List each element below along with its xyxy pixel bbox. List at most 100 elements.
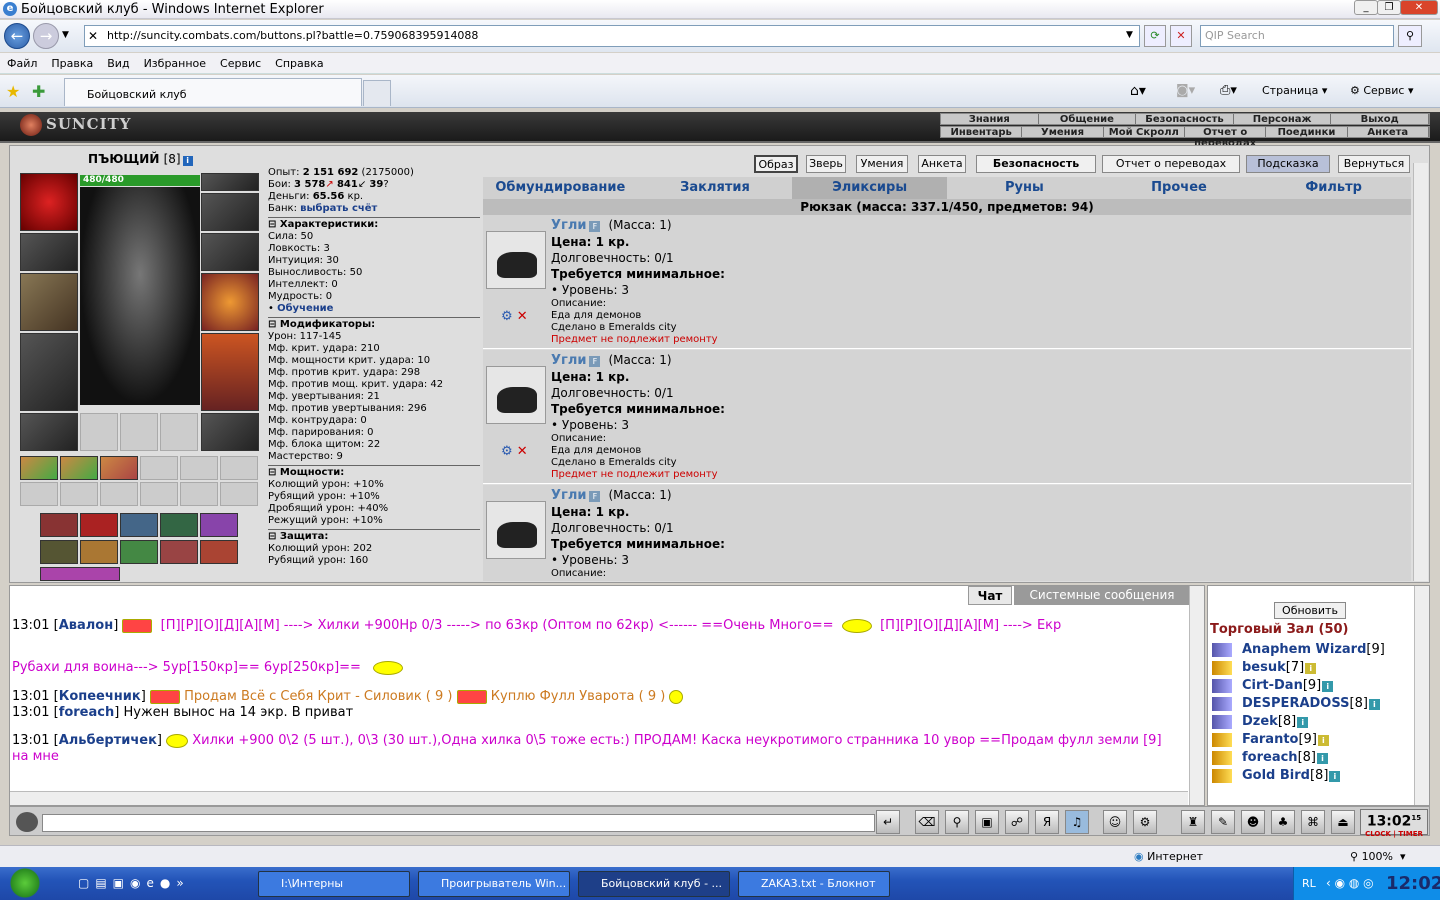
user-info-icon[interactable]: i bbox=[1322, 681, 1334, 692]
url-field[interactable]: http://suncity.combats.com/buttons.pl?ba… bbox=[84, 25, 1140, 47]
exit-icon[interactable]: ⏏ bbox=[1331, 810, 1355, 834]
user-row[interactable]: Dzek[8] i bbox=[1212, 714, 1309, 729]
empty-slot[interactable] bbox=[60, 482, 98, 506]
item-name[interactable]: Угли bbox=[551, 218, 586, 233]
print-icon[interactable]: ⎙▾ bbox=[1220, 83, 1237, 98]
tab-spells[interactable]: Заклятия bbox=[638, 177, 793, 199]
refresh-icon[interactable]: ⟳ bbox=[1144, 25, 1166, 47]
task-player[interactable]: Проигрыватель Win... bbox=[418, 871, 570, 897]
translit-icon[interactable]: Я bbox=[1035, 810, 1059, 834]
private-arrow-icon[interactable] bbox=[1212, 768, 1232, 783]
ring-slot[interactable] bbox=[201, 233, 259, 271]
menu-favorites[interactable]: Избранное bbox=[137, 53, 213, 70]
delete-icon[interactable]: ✕ bbox=[517, 309, 528, 324]
tab-equipment[interactable]: Обмундирование bbox=[483, 177, 638, 199]
button-beast[interactable]: Зверь bbox=[806, 155, 846, 173]
user-info-icon[interactable]: i bbox=[1329, 771, 1341, 782]
user-name[interactable]: foreach bbox=[1242, 750, 1298, 765]
sound-icon[interactable]: ♫ bbox=[1065, 810, 1089, 834]
private-arrow-icon[interactable] bbox=[1212, 642, 1232, 657]
characteristics-header[interactable]: ⊟ Характеристики: bbox=[268, 217, 480, 231]
link-security[interactable]: Безопасность bbox=[1136, 114, 1234, 125]
user-info-icon[interactable]: i bbox=[1305, 663, 1317, 674]
user-info-icon[interactable]: i bbox=[1316, 753, 1328, 764]
bottle-icon[interactable]: ♜ bbox=[1181, 810, 1205, 834]
empty-slot[interactable] bbox=[120, 413, 158, 451]
task-browser[interactable]: Бойцовский клуб - ... bbox=[578, 871, 730, 897]
empty-slot[interactable] bbox=[80, 413, 118, 451]
menu-view[interactable]: Вид bbox=[100, 53, 136, 70]
effect-icon[interactable] bbox=[80, 540, 118, 564]
tab-runes[interactable]: Руны bbox=[947, 177, 1102, 199]
user-name[interactable]: Dzek bbox=[1242, 714, 1278, 729]
link-profile[interactable]: Анкета bbox=[1348, 127, 1429, 138]
empty-slot[interactable] bbox=[180, 456, 218, 480]
use-icon[interactable]: ⚙ bbox=[501, 309, 513, 324]
online-scrollbar[interactable] bbox=[1414, 586, 1429, 805]
link-knowledge[interactable]: Знания bbox=[941, 114, 1039, 125]
button-hint[interactable]: Подсказка bbox=[1246, 155, 1330, 173]
user-name[interactable]: Cirt-Dan bbox=[1242, 678, 1303, 693]
private-arrow-icon[interactable] bbox=[1212, 714, 1232, 729]
link-inventory[interactable]: Инвентарь bbox=[941, 127, 1023, 138]
weapon-slot[interactable] bbox=[20, 273, 78, 331]
map-icon[interactable]: ⌘ bbox=[1301, 810, 1325, 834]
user-row[interactable]: DESPERADOSS[8] i bbox=[1212, 696, 1380, 711]
user-info-icon[interactable]: i bbox=[1317, 735, 1329, 746]
link-communication[interactable]: Общение bbox=[1039, 114, 1137, 125]
maximize-button[interactable]: ❐ bbox=[1377, 0, 1401, 15]
link-my-scroll[interactable]: Мой Скролл bbox=[1104, 127, 1185, 138]
options-icon[interactable]: ⚙ bbox=[1133, 810, 1157, 834]
effect-icon[interactable] bbox=[160, 513, 198, 537]
scroll-slot[interactable] bbox=[60, 456, 98, 480]
shield-slot[interactable] bbox=[201, 273, 259, 331]
user-name[interactable]: DESPERADOSS bbox=[1242, 696, 1350, 711]
empty-slot[interactable] bbox=[220, 456, 258, 480]
clear-icon[interactable]: ⌫ bbox=[915, 810, 939, 834]
user-name[interactable]: Faranto bbox=[1242, 732, 1298, 747]
new-tab-button[interactable] bbox=[363, 80, 391, 106]
tab-other[interactable]: Прочее bbox=[1102, 177, 1257, 199]
empty-slot[interactable] bbox=[100, 482, 138, 506]
favorites-star-icon[interactable]: ★ bbox=[6, 82, 20, 101]
tab-filter[interactable]: Фильтр bbox=[1256, 177, 1411, 199]
button-skills[interactable]: Умения bbox=[856, 155, 908, 173]
delete-icon[interactable]: ✕ bbox=[517, 444, 528, 459]
training-link[interactable]: • Обучение bbox=[268, 303, 480, 315]
coal-item-icon[interactable] bbox=[486, 366, 546, 424]
effect-icon[interactable] bbox=[120, 540, 158, 564]
start-button[interactable] bbox=[0, 867, 50, 900]
button-profile[interactable]: Анкета bbox=[918, 155, 966, 173]
effect-icon[interactable] bbox=[200, 513, 238, 537]
character-name[interactable]: ПЪЮЩИЙ [8] i bbox=[88, 152, 193, 166]
power-header[interactable]: ⊟ Мощности: bbox=[268, 465, 480, 479]
private-arrow-icon[interactable] bbox=[1212, 660, 1232, 675]
coal-item-icon[interactable] bbox=[486, 231, 546, 289]
item-name[interactable]: Угли bbox=[551, 353, 586, 368]
boots-slot[interactable] bbox=[201, 413, 259, 451]
bracers-slot[interactable] bbox=[20, 233, 78, 271]
chat-scrollbar[interactable] bbox=[1189, 586, 1204, 805]
belt-slot[interactable] bbox=[20, 413, 78, 451]
info-icon[interactable]: i bbox=[182, 156, 193, 166]
user-row[interactable]: Anaphem Wizard[9] bbox=[1212, 642, 1385, 657]
inventory-scrollbar[interactable] bbox=[1413, 163, 1428, 581]
tab-system-messages[interactable]: Системные сообщения bbox=[1014, 586, 1190, 605]
link-exit[interactable]: Выход bbox=[1331, 114, 1429, 125]
page-menu[interactable]: Страница ▾ bbox=[1262, 84, 1327, 97]
user-row[interactable]: foreach[8] i bbox=[1212, 750, 1328, 765]
minimize-button[interactable]: _ bbox=[1354, 0, 1378, 15]
fighter-icon[interactable]: ☍ bbox=[1005, 810, 1029, 834]
refresh-button[interactable]: Обновить bbox=[1274, 602, 1346, 619]
character-portrait[interactable] bbox=[80, 187, 200, 405]
empty-slot[interactable] bbox=[180, 482, 218, 506]
stop-icon[interactable]: ✕ bbox=[1170, 25, 1192, 47]
save-icon[interactable]: ▣ bbox=[975, 810, 999, 834]
msg-nick[interactable]: foreach bbox=[59, 705, 115, 720]
user-row[interactable]: Gold Bird[8] i bbox=[1212, 768, 1341, 783]
link-character[interactable]: Персонаж bbox=[1234, 114, 1332, 125]
tab-active[interactable]: Бойцовский клуб bbox=[64, 78, 362, 106]
effect-icon[interactable] bbox=[40, 567, 120, 581]
defense-header[interactable]: ⊟ Защита: bbox=[268, 529, 480, 543]
button-return[interactable]: Вернуться bbox=[1338, 155, 1410, 173]
